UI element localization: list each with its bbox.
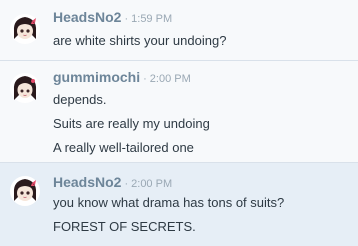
anime-girl-avatar-icon[interactable]	[9, 72, 41, 104]
username[interactable]: gummimochi	[53, 69, 140, 85]
message-header: gummimochi · 2:00 PM	[53, 69, 191, 87]
message-group: HeadsNo2 · 1:59 PM are white shirts your u…	[0, 0, 358, 61]
timestamp[interactable]: 2:00 PM	[150, 73, 191, 85]
separator: ·	[124, 178, 129, 190]
message-text: Suits are really my undoing	[53, 116, 210, 131]
message-header: HeadsNo2 · 1:59 PM	[53, 9, 172, 27]
message-text: FOREST OF SECRETS.	[53, 219, 196, 234]
separator: ·	[124, 13, 129, 25]
chat-log: HeadsNo2 · 1:59 PM are white shirts your u…	[0, 0, 358, 246]
username[interactable]: HeadsNo2	[53, 174, 121, 190]
message-group: gummimochi · 2:00 PM depends. Suits are re…	[0, 61, 358, 163]
username[interactable]: HeadsNo2	[53, 9, 121, 25]
timestamp[interactable]: 2:00 PM	[131, 178, 172, 190]
message-text: depends.	[53, 92, 107, 107]
separator: ·	[143, 73, 147, 85]
anime-girl-avatar-icon[interactable]	[9, 13, 41, 45]
timestamp[interactable]: 1:59 PM	[131, 13, 172, 25]
anime-girl-avatar-icon[interactable]	[9, 175, 41, 207]
message-text: are white shirts your undoing?	[53, 33, 227, 48]
message-text: A really well-tailored one	[53, 140, 194, 155]
message-text: you know what drama has tons of suits?	[53, 195, 285, 210]
message-header: HeadsNo2 · 2:00 PM	[53, 174, 172, 192]
message-group: HeadsNo2 · 2:00 PM you know what drama has…	[0, 163, 358, 246]
